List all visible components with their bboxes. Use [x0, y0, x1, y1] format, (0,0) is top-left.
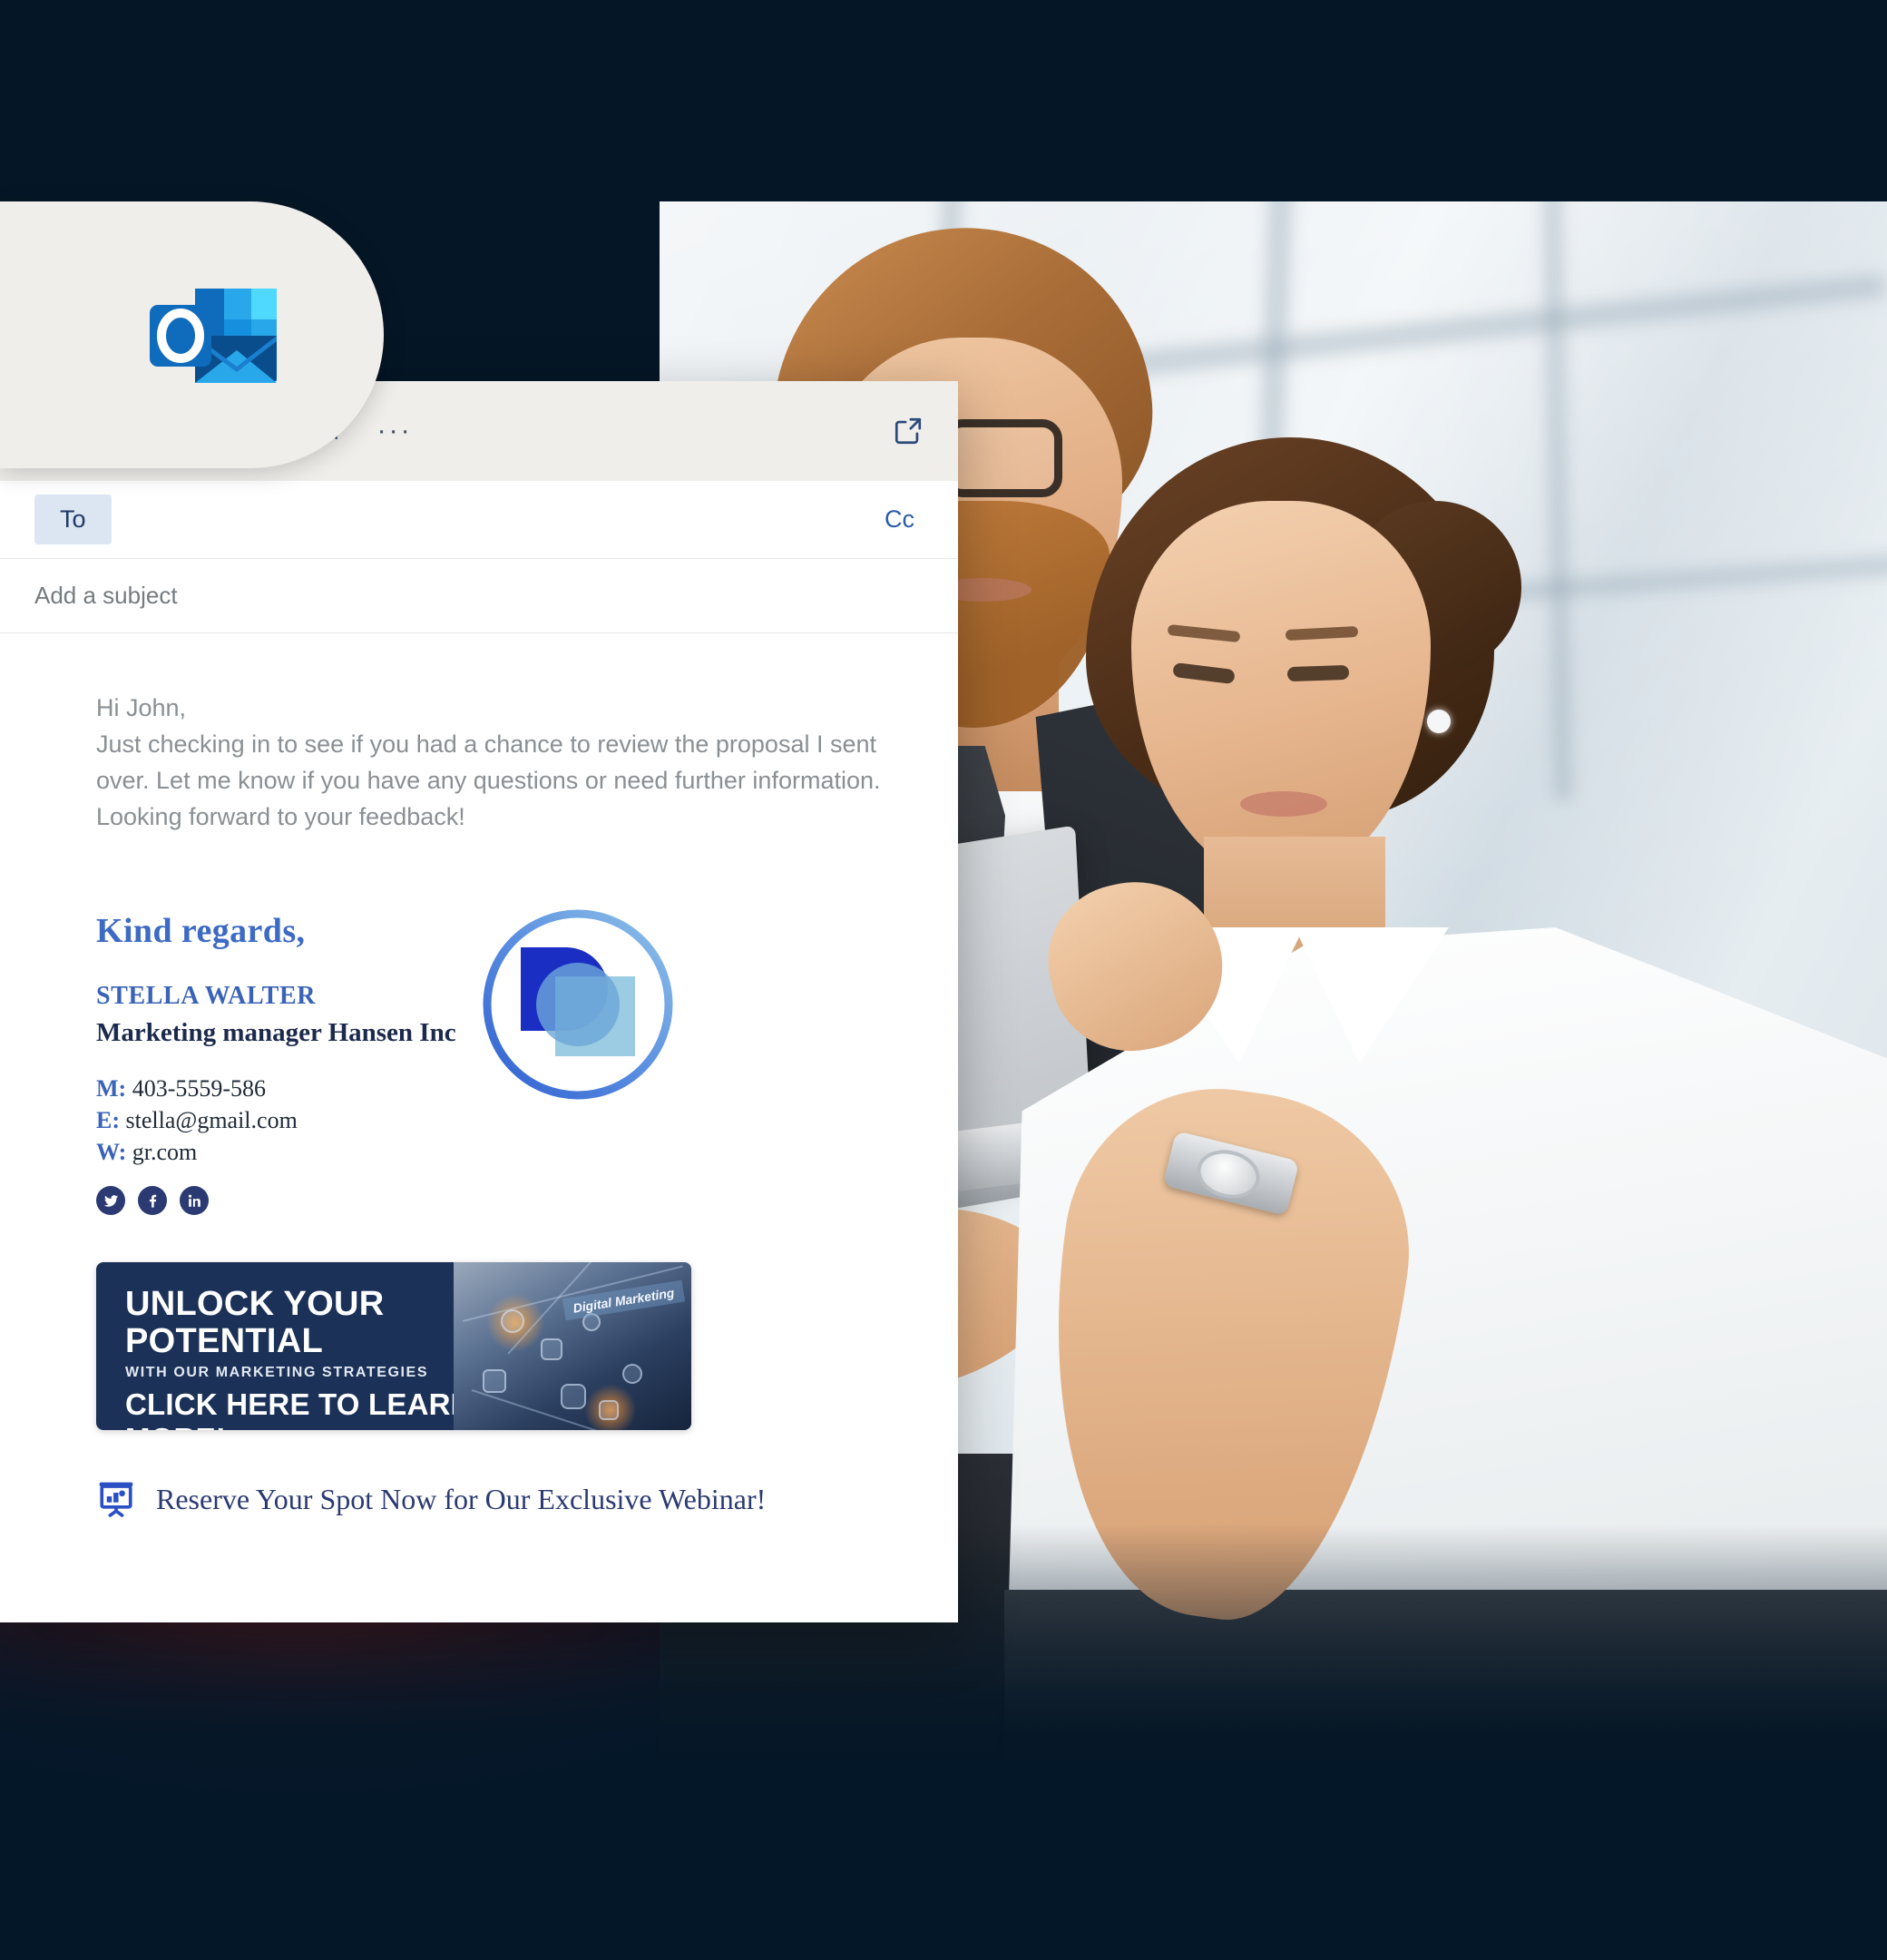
- signature-email: E: stella@gmail.com: [96, 1107, 907, 1134]
- cc-button[interactable]: Cc: [885, 505, 924, 534]
- signature-email-key: E:: [96, 1107, 120, 1133]
- linkedin-icon[interactable]: [180, 1186, 209, 1215]
- compose-body: To Cc Add a subject Hi John, Just checki…: [0, 481, 958, 1622]
- woman-eye-right: [1286, 664, 1350, 682]
- compose-window: ...card ··· To Cc Add a subject Hi John,…: [0, 381, 958, 1622]
- webinar-cta[interactable]: Reserve Your Spot Now for Our Exclusive …: [96, 1479, 907, 1519]
- subject-input[interactable]: Add a subject: [34, 582, 178, 610]
- presentation-chart-icon: [99, 1482, 133, 1517]
- more-options-icon[interactable]: ···: [377, 417, 413, 445]
- body-line-1: Just checking in to see if you had a cha…: [96, 730, 877, 758]
- promo-banner-text: UNLOCK YOUR POTENTIAL WITH OUR MARKETING…: [96, 1262, 477, 1431]
- hansen-brand-logo-icon: [483, 909, 673, 1100]
- woman-earring: [1427, 710, 1451, 733]
- body-line-3: Looking forward to your feedback!: [96, 803, 465, 830]
- promo-cta-text: CLICK HERE TO LEARN MORE!: [125, 1387, 473, 1430]
- signature-website: W: gr.com: [96, 1139, 907, 1166]
- webinar-cta-text: Reserve Your Spot Now for Our Exclusive …: [156, 1482, 767, 1515]
- eyeglasses-right-lens: [943, 419, 1062, 497]
- promo-subhead: WITH OUR MARKETING STRATEGIES: [125, 1365, 429, 1380]
- email-signature: Kind regards, STELLA WALTER Marketing ma…: [96, 909, 907, 1215]
- signature-mobile-value: 403-5559-586: [132, 1075, 267, 1102]
- photo-bottom-fade: [660, 1679, 1887, 1760]
- signature-email-value[interactable]: stella@gmail.com: [126, 1107, 298, 1133]
- open-in-new-window-icon[interactable]: [893, 416, 924, 446]
- body-greeting: Hi John,: [96, 694, 187, 721]
- promo-headline-line-2: POTENTIAL: [125, 1322, 324, 1360]
- outlook-logo-panel: [0, 201, 384, 468]
- message-body[interactable]: Hi John, Just checking in to see if you …: [0, 633, 958, 1519]
- promo-banner-image: Digital Marketing: [454, 1262, 691, 1430]
- signature-web-key: W:: [96, 1139, 127, 1165]
- promo-banner[interactable]: UNLOCK YOUR POTENTIAL WITH OUR MARKETING…: [96, 1262, 691, 1430]
- outlook-logo-icon: [150, 289, 277, 383]
- to-button[interactable]: To: [34, 495, 112, 544]
- recipient-row: To Cc: [0, 481, 958, 559]
- woman-lips: [1240, 791, 1327, 817]
- signature-mobile-key: M:: [96, 1075, 127, 1102]
- body-line-2: over. Let me know if you have any questi…: [96, 767, 881, 794]
- signature-web-value[interactable]: gr.com: [132, 1139, 198, 1165]
- subject-row[interactable]: Add a subject: [0, 559, 958, 633]
- signature-social-links: [96, 1186, 907, 1215]
- page-root: ...card ··· To Cc Add a subject Hi John,…: [0, 0, 1887, 1960]
- facebook-icon[interactable]: [138, 1186, 167, 1215]
- promo-headline-line-1: UNLOCK YOUR: [125, 1285, 385, 1323]
- twitter-icon[interactable]: [96, 1186, 125, 1215]
- promo-image-caption: Digital Marketing: [562, 1279, 686, 1321]
